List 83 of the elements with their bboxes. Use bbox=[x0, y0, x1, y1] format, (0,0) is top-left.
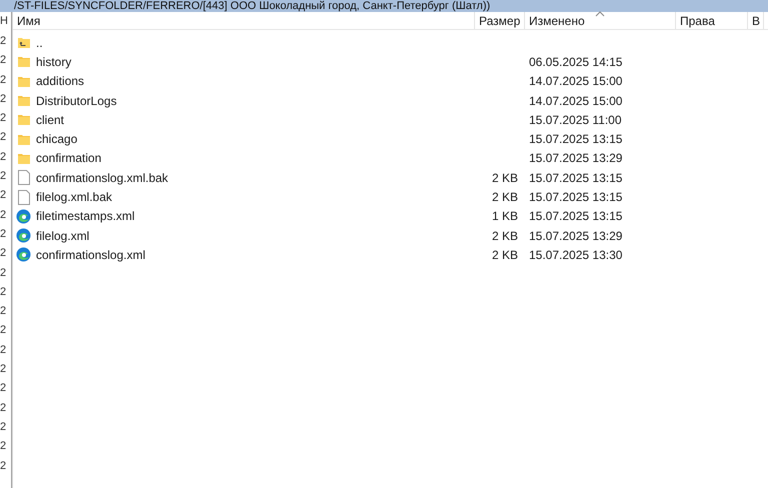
file-row[interactable]: confirmation 15.07.2025 13:29 bbox=[13, 148, 768, 168]
sort-ascending-icon bbox=[595, 11, 605, 17]
file-row[interactable]: confirmationslog.xml 2 KB 15.07.2025 13:30 bbox=[13, 245, 768, 265]
column-header[interactable]: Имя bbox=[13, 12, 475, 29]
file-row[interactable]: confirmationslog.xml.bak 2 KB 15.07.2025 13:15 bbox=[13, 168, 768, 188]
table-cell-text: 2 bbox=[0, 92, 8, 107]
table-cell-text: 2 bbox=[0, 266, 8, 281]
column-header: Н bbox=[0, 14, 9, 29]
file-row[interactable]: additions 14.07.2025 15:00 bbox=[13, 72, 768, 91]
modified-date: 06.05.2025 14:15 bbox=[529, 54, 622, 69]
folder-icon bbox=[16, 132, 30, 146]
modified-date: 15.07.2025 11:00 bbox=[529, 112, 622, 127]
modified-date: 14.07.2025 15:00 bbox=[529, 94, 622, 108]
table-cell-text: 2 bbox=[0, 130, 8, 146]
file-name: chicago bbox=[36, 131, 78, 148]
file-name: .. bbox=[36, 34, 43, 52]
file-row[interactable]: chicago 15.07.2025 13:15 bbox=[13, 129, 768, 149]
table-cell-text: 2 bbox=[0, 150, 8, 165]
file-name: filetimestamps.xml bbox=[36, 208, 135, 226]
file-name: confirmation bbox=[36, 150, 102, 168]
file-row[interactable]: DistributorLogs 14.07.2025 15:00 bbox=[13, 90, 768, 110]
column-header[interactable]: Размер bbox=[475, 12, 525, 29]
column-header[interactable]: В bbox=[748, 12, 764, 29]
table-cell-text: 2 bbox=[0, 342, 8, 358]
file-name: confirmationslog.xml.bak bbox=[36, 170, 168, 187]
file-row[interactable]: client 15.07.2025 11:00 bbox=[13, 110, 768, 130]
modified-date: 15.07.2025 13:30 bbox=[529, 248, 622, 262]
modified-date: 15.07.2025 13:29 bbox=[529, 228, 622, 243]
folder-icon bbox=[16, 55, 30, 68]
column-header[interactable]: Изменено bbox=[525, 12, 676, 29]
table-cell-text: 2 bbox=[0, 226, 8, 242]
file-row[interactable]: filelog.xml.bak 2 KB 15.07.2025 13:15 bbox=[13, 187, 768, 207]
file-name: client bbox=[36, 112, 64, 129]
table-cell-text: 2 bbox=[0, 169, 8, 184]
table-cell-text: 2 bbox=[0, 34, 8, 49]
folder-icon bbox=[16, 152, 30, 165]
table-cell-text: 2 bbox=[0, 72, 8, 88]
browser-document-icon bbox=[16, 247, 31, 262]
table-cell-text: 2 bbox=[0, 439, 8, 454]
table-cell-text: 2 bbox=[0, 188, 8, 204]
browser-document-icon bbox=[16, 208, 31, 224]
modified-date: 15.07.2025 13:15 bbox=[529, 132, 622, 146]
column-header[interactable]: Права bbox=[676, 12, 748, 29]
file-name: confirmationslog.xml bbox=[36, 246, 146, 264]
folder-icon bbox=[16, 74, 30, 88]
file-name: filelog.xml.bak bbox=[36, 189, 112, 206]
modified-date: 15.07.2025 13:15 bbox=[529, 190, 622, 204]
table-cell-text: 2 bbox=[0, 111, 8, 126]
table-cell-text: 2 bbox=[0, 458, 8, 474]
file-row[interactable]: filetimestamps.xml 1 KB 15.07.2025 13:15 bbox=[13, 206, 768, 226]
file-row[interactable]: history 06.05.2025 14:15 bbox=[13, 52, 768, 72]
modified-date: 15.07.2025 13:29 bbox=[529, 151, 622, 166]
file-name: history bbox=[36, 54, 72, 71]
table-cell-text: 2 bbox=[0, 362, 8, 378]
table-cell-text: 2 bbox=[0, 246, 8, 262]
table-cell-text: 2 bbox=[0, 284, 8, 300]
document-icon bbox=[18, 190, 30, 205]
browser-document-icon bbox=[16, 228, 31, 244]
file-size: 2 KB bbox=[492, 170, 518, 185]
file-name: additions bbox=[36, 73, 84, 90]
table-cell-text: 2 bbox=[0, 208, 8, 223]
file-size: 2 KB bbox=[492, 190, 518, 204]
table-cell-text: 2 bbox=[0, 420, 8, 435]
file-size: 2 KB bbox=[492, 248, 518, 262]
parent-folder-icon bbox=[18, 38, 30, 48]
file-size: 2 KB bbox=[492, 228, 518, 243]
table-cell-text: 2 bbox=[0, 304, 8, 320]
file-name: filelog.xml bbox=[36, 228, 90, 245]
folder-icon bbox=[16, 113, 30, 126]
folder-icon bbox=[16, 94, 30, 108]
file-row[interactable]: .. bbox=[13, 33, 768, 52]
file-row[interactable]: filelog.xml 2 KB 15.07.2025 13:29 bbox=[13, 226, 768, 246]
table-cell-text: 2 bbox=[0, 381, 8, 396]
modified-date: 15.07.2025 13:15 bbox=[529, 170, 622, 185]
modified-date: 15.07.2025 13:15 bbox=[529, 209, 622, 224]
table-cell-text: 2 bbox=[0, 323, 8, 338]
modified-date: 14.07.2025 15:00 bbox=[529, 74, 622, 88]
table-cell-text: 2 bbox=[0, 400, 8, 416]
table-cell-text: 2 bbox=[0, 53, 8, 68]
path-bar: /ST-FILES/SYNCFOLDER/FERRERO/[443] ООО Шоколадный город, Санкт-Петербург (Шатл)) bbox=[0, 0, 768, 12]
file-size: 1 KB bbox=[492, 209, 518, 224]
document-icon bbox=[18, 170, 30, 186]
file-name: DistributorLogs bbox=[36, 92, 117, 110]
